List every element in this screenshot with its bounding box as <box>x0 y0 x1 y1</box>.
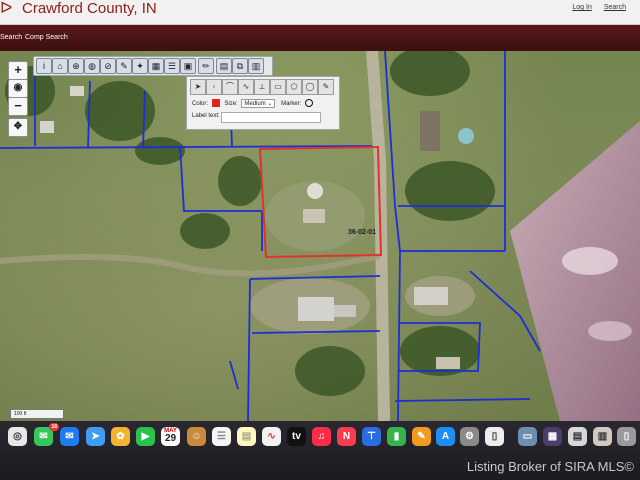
pages-icon[interactable]: ✎ <box>412 427 431 446</box>
nav-comp-search[interactable]: Comp Search <box>25 34 68 41</box>
appstore-icon[interactable]: A <box>436 427 455 446</box>
messages-badge: 18 <box>49 423 59 431</box>
scale-bar: 100 ft <box>10 409 64 419</box>
pencil-icon[interactable]: ✏ <box>198 58 214 74</box>
copy-icon[interactable]: ⧉ <box>232 58 248 74</box>
numbers-icon[interactable]: ▮ <box>387 427 406 446</box>
mail-icon[interactable]: ✉ <box>60 427 79 446</box>
reminders-icon[interactable]: ☰ <box>212 427 231 446</box>
color-swatch[interactable] <box>211 99 220 108</box>
calendar-icon[interactable]: MAY 29 <box>161 427 180 446</box>
chrome-icon[interactable]: ◎ <box>8 427 27 446</box>
label-text-label: Label text: <box>192 113 220 119</box>
size-label: Size: <box>224 101 238 107</box>
size-select[interactable]: Medium ⌄ <box>241 99 276 108</box>
globe-icon[interactable]: ◉ <box>8 79 28 98</box>
calendar-day: 29 <box>164 433 177 444</box>
photos-icon[interactable]: ✿ <box>111 427 130 446</box>
measure-icon[interactable]: ⊘ <box>100 58 116 74</box>
map-toolbar: i ⌂ ⊕ ◍ ⊘ ✎ ✦ ▦ ☰ ▣ ✏ ▤ ⧉ ▥ <box>33 56 273 76</box>
marker-icon[interactable] <box>305 99 314 108</box>
buffer-icon[interactable]: ✦ <box>132 58 148 74</box>
select-icon[interactable]: ▦ <box>148 58 164 74</box>
drawing-panel: ➤ ◦ ⌒ ∿ ⟂ ▭ ⬠ ◯ ✎ Color: Size: Medium ⌄ … <box>186 76 340 130</box>
markup-icon[interactable]: ▤ <box>216 58 232 74</box>
recent-app-icon[interactable]: ▭ <box>518 427 537 446</box>
line-icon[interactable]: ⌒ <box>222 79 238 95</box>
settings-icon[interactable]: ⚙ <box>460 427 479 446</box>
color-label: Color: <box>192 101 209 107</box>
maps-icon[interactable]: ➤ <box>86 427 105 446</box>
home-icon[interactable]: ⌂ <box>52 58 68 74</box>
zoom-out-button[interactable]: − <box>8 97 28 116</box>
label-text-input[interactable] <box>221 112 321 123</box>
point-icon[interactable]: ◦ <box>206 79 222 95</box>
circle-icon[interactable]: ◯ <box>302 79 318 95</box>
info-icon[interactable]: i <box>36 58 52 74</box>
polygon-icon[interactable]: ⬠ <box>286 79 302 95</box>
identify-icon[interactable]: ◍ <box>84 58 100 74</box>
main-navbar: Search Comp Search <box>0 25 640 51</box>
text-pencil-icon[interactable]: ✎ <box>318 79 334 95</box>
freeform-icon[interactable]: ∿ <box>262 427 281 446</box>
news-icon[interactable]: N <box>337 427 356 446</box>
login-link[interactable]: Log In <box>572 4 591 11</box>
mls-watermark: Listing Broker of SIRA MLS© <box>466 459 634 474</box>
parcel-number-label: 36-02-01 <box>348 229 377 236</box>
draw-options-row: Color: Size: Medium ⌄ Marker: <box>192 99 314 108</box>
draw-icon[interactable]: ✎ <box>116 58 132 74</box>
rectangle-icon[interactable]: ▭ <box>270 79 286 95</box>
iphone-mirroring-icon[interactable]: ▯ <box>485 427 504 446</box>
header-links: Log In Search <box>562 4 626 11</box>
site-title: Crawford County, IN <box>22 0 157 17</box>
zoom-area-icon[interactable]: ⊕ <box>68 58 84 74</box>
zoom-in-button[interactable]: + <box>8 61 28 80</box>
keynote-icon[interactable]: ⊤ <box>362 427 381 446</box>
pointer-icon[interactable]: ➤ <box>190 79 206 95</box>
print-icon[interactable]: ▣ <box>180 58 196 74</box>
header-search-link[interactable]: Search <box>604 4 626 11</box>
facetime-icon[interactable]: ▶ <box>136 427 155 446</box>
locate-icon[interactable]: ✥ <box>8 118 28 137</box>
trash-icon[interactable]: ▯ <box>617 427 636 446</box>
screenshot-thumb-icon[interactable]: ▦ <box>543 427 562 446</box>
freehand-icon[interactable]: ∿ <box>238 79 254 95</box>
documents-icon[interactable]: ▥ <box>593 427 612 446</box>
save-icon[interactable]: ▥ <box>248 58 264 74</box>
contacts-icon[interactable]: ☺ <box>187 427 206 446</box>
site-header: ᐅ Crawford County, IN Log In Search <box>0 0 640 25</box>
polyline-icon[interactable]: ⟂ <box>254 79 270 95</box>
notes-icon[interactable]: ▤ <box>237 427 256 446</box>
marker-label: Marker: <box>281 101 302 107</box>
downloads-icon[interactable]: ▤ <box>568 427 587 446</box>
messages-icon[interactable]: ✉ 18 <box>34 423 59 446</box>
appletv-icon[interactable]: tv <box>287 427 306 446</box>
layers-icon[interactable]: ☰ <box>164 58 180 74</box>
music-icon[interactable]: ♫ <box>312 427 331 446</box>
nav-search[interactable]: Search <box>0 34 22 41</box>
site-logo-icon: ᐅ <box>0 0 13 17</box>
